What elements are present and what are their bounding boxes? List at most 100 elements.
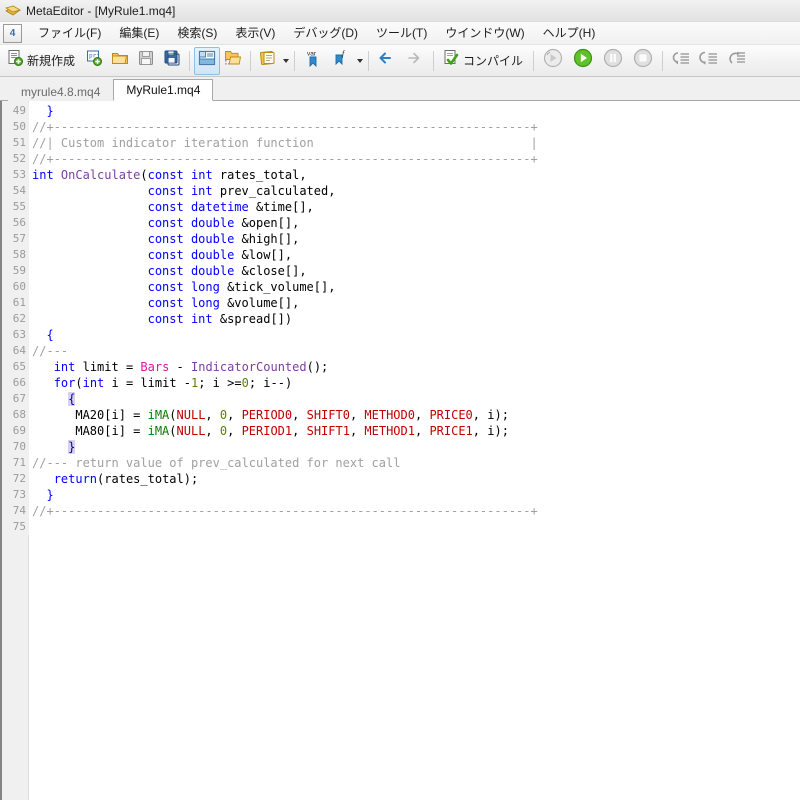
- menu-tools[interactable]: ツール(T): [367, 22, 436, 44]
- code-token: &open[],: [234, 216, 300, 230]
- code-line-text[interactable]: int OnCalculate(const int rates_total,: [29, 167, 307, 183]
- code-line-text[interactable]: }: [29, 439, 76, 455]
- step-over-button[interactable]: [695, 47, 723, 75]
- save-all-button[interactable]: [159, 47, 185, 75]
- new-file-button[interactable]: 新規作成: [2, 47, 81, 75]
- code-line-text[interactable]: const long &volume[],: [29, 295, 300, 311]
- variable-button[interactable]: var: [299, 47, 327, 75]
- code-token: ();: [306, 360, 329, 374]
- code-line-text[interactable]: [29, 519, 32, 535]
- code-line-text[interactable]: for(int i = limit -1; i >=0; i--): [29, 375, 293, 391]
- code-scroll-area[interactable]: 49 } 50//+-------------------------------…: [2, 101, 800, 800]
- code-token: i = limit -: [104, 376, 191, 390]
- line-number: 71: [2, 455, 29, 471]
- code-line-text[interactable]: //---: [29, 343, 68, 359]
- save-button[interactable]: [133, 47, 159, 75]
- code-line-text[interactable]: MA20[i] = iMA(NULL, 0, PERIOD0, SHIFT0, …: [29, 407, 509, 423]
- code-line-text[interactable]: //+-------------------------------------…: [29, 151, 538, 167]
- code-line-text[interactable]: const int prev_calculated,: [29, 183, 336, 199]
- code-line-text[interactable]: const double &high[],: [29, 231, 300, 247]
- open-data-folder-button[interactable]: [220, 47, 246, 75]
- code-line: 56 const double &open[],: [2, 215, 800, 231]
- code-token: ,: [349, 408, 365, 422]
- variable-icon: var: [303, 48, 323, 73]
- compile-button[interactable]: コンパイル: [438, 47, 529, 75]
- line-number: 66: [2, 375, 29, 391]
- code-line-text[interactable]: //| Custom indicator iteration function …: [29, 135, 538, 151]
- new-project-button[interactable]: prj: [81, 47, 107, 75]
- code-line-text[interactable]: {: [29, 327, 53, 343]
- code-line-text[interactable]: const double &low[],: [29, 247, 293, 263]
- menu-edit[interactable]: 編集(E): [110, 22, 168, 44]
- code-line-text[interactable]: const long &tick_volume[],: [29, 279, 336, 295]
- code-token: &volume[],: [219, 296, 300, 310]
- open-file-button[interactable]: [107, 47, 133, 75]
- navigator-panel-toggle[interactable]: [194, 46, 221, 75]
- navigate-back-button[interactable]: [373, 47, 401, 75]
- code-line-text[interactable]: const double &close[],: [29, 263, 307, 279]
- code-line-text[interactable]: return(rates_total);: [29, 471, 199, 487]
- code-token: 0: [241, 376, 249, 390]
- code-line-text[interactable]: const double &open[],: [29, 215, 300, 231]
- code-line-text[interactable]: //--- return value of prev_calculated fo…: [29, 455, 400, 471]
- pause-button[interactable]: [598, 47, 628, 75]
- menu-view[interactable]: 表示(V): [226, 22, 284, 44]
- notes-dropdown-caret-icon[interactable]: [281, 45, 290, 76]
- navigate-forward-button[interactable]: [401, 47, 429, 75]
- code-token: const: [147, 216, 184, 230]
- code-line-text[interactable]: int limit = Bars - IndicatorCounted();: [29, 359, 329, 375]
- start-button[interactable]: [568, 47, 598, 75]
- debug-step-button[interactable]: [538, 47, 568, 75]
- code-token: iMA: [147, 408, 170, 422]
- menu-search[interactable]: 検索(S): [168, 22, 226, 44]
- code-line-text[interactable]: //+-------------------------------------…: [29, 119, 538, 135]
- menu-window[interactable]: ウインドウ(W): [436, 22, 533, 44]
- code-line-text[interactable]: //+-------------------------------------…: [29, 503, 538, 519]
- code-token: (: [169, 408, 177, 422]
- code-line-text[interactable]: {: [29, 391, 76, 407]
- code-line-text[interactable]: const int &spread[]): [29, 311, 293, 327]
- code-line: 72 return(rates_total);: [2, 471, 800, 487]
- line-number: 56: [2, 215, 29, 231]
- menu-help[interactable]: ヘルプ(H): [534, 22, 605, 44]
- code-editor[interactable]: 49 } 50//+-------------------------------…: [0, 101, 800, 800]
- step-into-icon: [671, 49, 691, 72]
- step-over-icon: [699, 49, 719, 72]
- code-line-text[interactable]: const datetime &time[],: [29, 199, 314, 215]
- code-token: rates_total,: [212, 168, 307, 182]
- step-into-button[interactable]: [667, 47, 695, 75]
- tab-myrule48[interactable]: myrule4.8.mq4: [8, 81, 114, 101]
- stop-button[interactable]: [628, 47, 658, 75]
- code-token: double: [190, 232, 235, 246]
- app-document-icon[interactable]: 4: [3, 23, 22, 43]
- code-token: ; i--): [248, 376, 293, 390]
- line-number: 51: [2, 135, 29, 151]
- code-token: const: [147, 296, 184, 310]
- code-token: const: [147, 232, 184, 246]
- step-out-button[interactable]: [723, 47, 751, 75]
- toolbar-separator-6: [533, 50, 535, 71]
- tab-myrule1[interactable]: MyRule1.mq4: [113, 79, 214, 101]
- line-number: 59: [2, 263, 29, 279]
- code-token: const: [147, 264, 184, 278]
- function-button[interactable]: f: [327, 47, 355, 75]
- menu-debug[interactable]: デバッグ(D): [284, 22, 367, 44]
- code-token: NULL: [176, 408, 206, 422]
- code-token: METHOD0: [364, 408, 415, 422]
- code-token: const: [147, 184, 184, 198]
- notes-button[interactable]: [255, 47, 281, 75]
- code-token: , i);: [472, 408, 509, 422]
- code-line-text[interactable]: MA80[i] = iMA(NULL, 0, PERIOD1, SHIFT1, …: [29, 423, 509, 439]
- code-token: METHOD1: [364, 424, 415, 438]
- code-line-text[interactable]: }: [29, 487, 53, 503]
- menu-file[interactable]: ファイル(F): [29, 22, 110, 44]
- code-token: &high[],: [234, 232, 300, 246]
- code-line: 66 for(int i = limit -1; i >=0; i--): [2, 375, 800, 391]
- function-dropdown-caret-icon[interactable]: [355, 45, 364, 76]
- save-all-icon: [163, 49, 181, 72]
- code-token: //+-------------------------------------…: [32, 152, 538, 166]
- code-line-text[interactable]: }: [29, 103, 53, 119]
